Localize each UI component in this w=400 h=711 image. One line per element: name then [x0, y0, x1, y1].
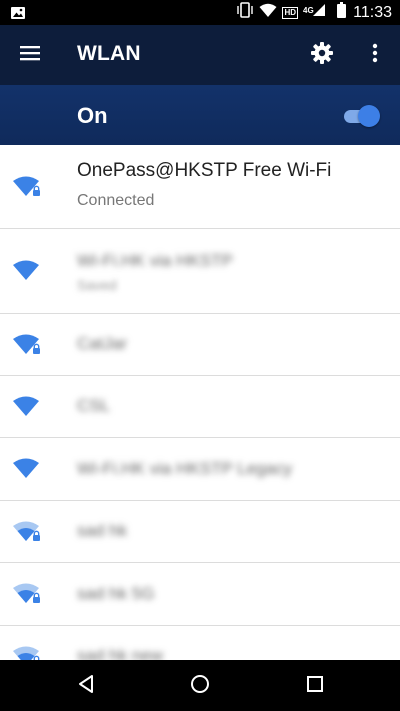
app-bar: WLAN: [0, 25, 400, 85]
wifi-weak-secured-icon: [13, 645, 43, 660]
home-button[interactable]: [180, 668, 220, 704]
toggle-thumb: [358, 105, 380, 127]
network-item[interactable]: sad hk: [0, 501, 400, 563]
network-item[interactable]: sad hk new: [0, 626, 400, 660]
battery-icon: [337, 2, 347, 23]
cell-signal-icon: 4G: [303, 3, 332, 22]
more-options-button[interactable]: [355, 35, 395, 75]
wifi-state-label: On: [77, 103, 108, 128]
recents-icon: [306, 675, 324, 698]
navigation-bar: [0, 660, 400, 711]
network-item[interactable]: sad hk 5G: [0, 563, 400, 626]
wifi-icon: [13, 395, 43, 419]
wifi-secured-icon: [13, 175, 43, 199]
network-status: Connected: [77, 192, 155, 209]
network-name: sad hk new: [77, 646, 163, 660]
more-vert-icon: [372, 43, 378, 68]
wifi-signal-icon: [259, 3, 277, 23]
clock: 11:33: [353, 3, 392, 21]
network-name: sad hk: [77, 521, 128, 540]
home-icon: [190, 674, 210, 699]
back-icon: [77, 674, 95, 699]
network-name: Wi-Fi.HK via HKSTP Legacy: [77, 459, 293, 478]
network-name: Wi-Fi.HK via HKSTP: [77, 251, 233, 270]
page-title: WLAN: [77, 42, 141, 65]
wifi-toggle-switch[interactable]: [342, 104, 380, 127]
vibrate-icon: [236, 2, 254, 23]
network-item[interactable]: CatJar: [0, 314, 400, 376]
network-name: OnePass@HKSTP Free Wi-Fi: [77, 160, 332, 181]
gear-icon: [310, 41, 334, 70]
wifi-weak-secured-icon: [13, 582, 43, 606]
hd-badge: HD: [282, 6, 299, 19]
network-item[interactable]: OnePass@HKSTP Free Wi-Fi Connected: [0, 145, 400, 229]
wifi-toggle-bar[interactable]: On: [0, 85, 400, 145]
menu-button[interactable]: [10, 35, 50, 75]
wifi-icon: [13, 259, 43, 283]
network-item[interactable]: Wi-Fi.HK via HKSTP Saved: [0, 229, 400, 314]
menu-icon: [20, 45, 40, 66]
image-notification-icon: [10, 5, 26, 21]
status-bar: HD 4G 11:33: [0, 0, 400, 25]
network-item[interactable]: CSL: [0, 376, 400, 438]
network-name: CSL: [77, 396, 111, 415]
back-button[interactable]: [66, 668, 106, 704]
wifi-weak-secured-icon: [13, 520, 43, 544]
settings-button[interactable]: [302, 35, 342, 75]
network-item[interactable]: Wi-Fi.HK via HKSTP Legacy: [0, 438, 400, 501]
status-icons: HD 4G 11:33: [236, 2, 392, 23]
wifi-secured-icon: [13, 333, 43, 357]
recents-button[interactable]: [295, 668, 335, 704]
wifi-icon: [13, 457, 43, 481]
network-list: OnePass@HKSTP Free Wi-Fi Connected Wi-Fi…: [0, 145, 400, 660]
network-name: sad hk 5G: [77, 584, 155, 603]
network-status: Saved: [77, 277, 117, 293]
network-name: CatJar: [77, 334, 128, 353]
